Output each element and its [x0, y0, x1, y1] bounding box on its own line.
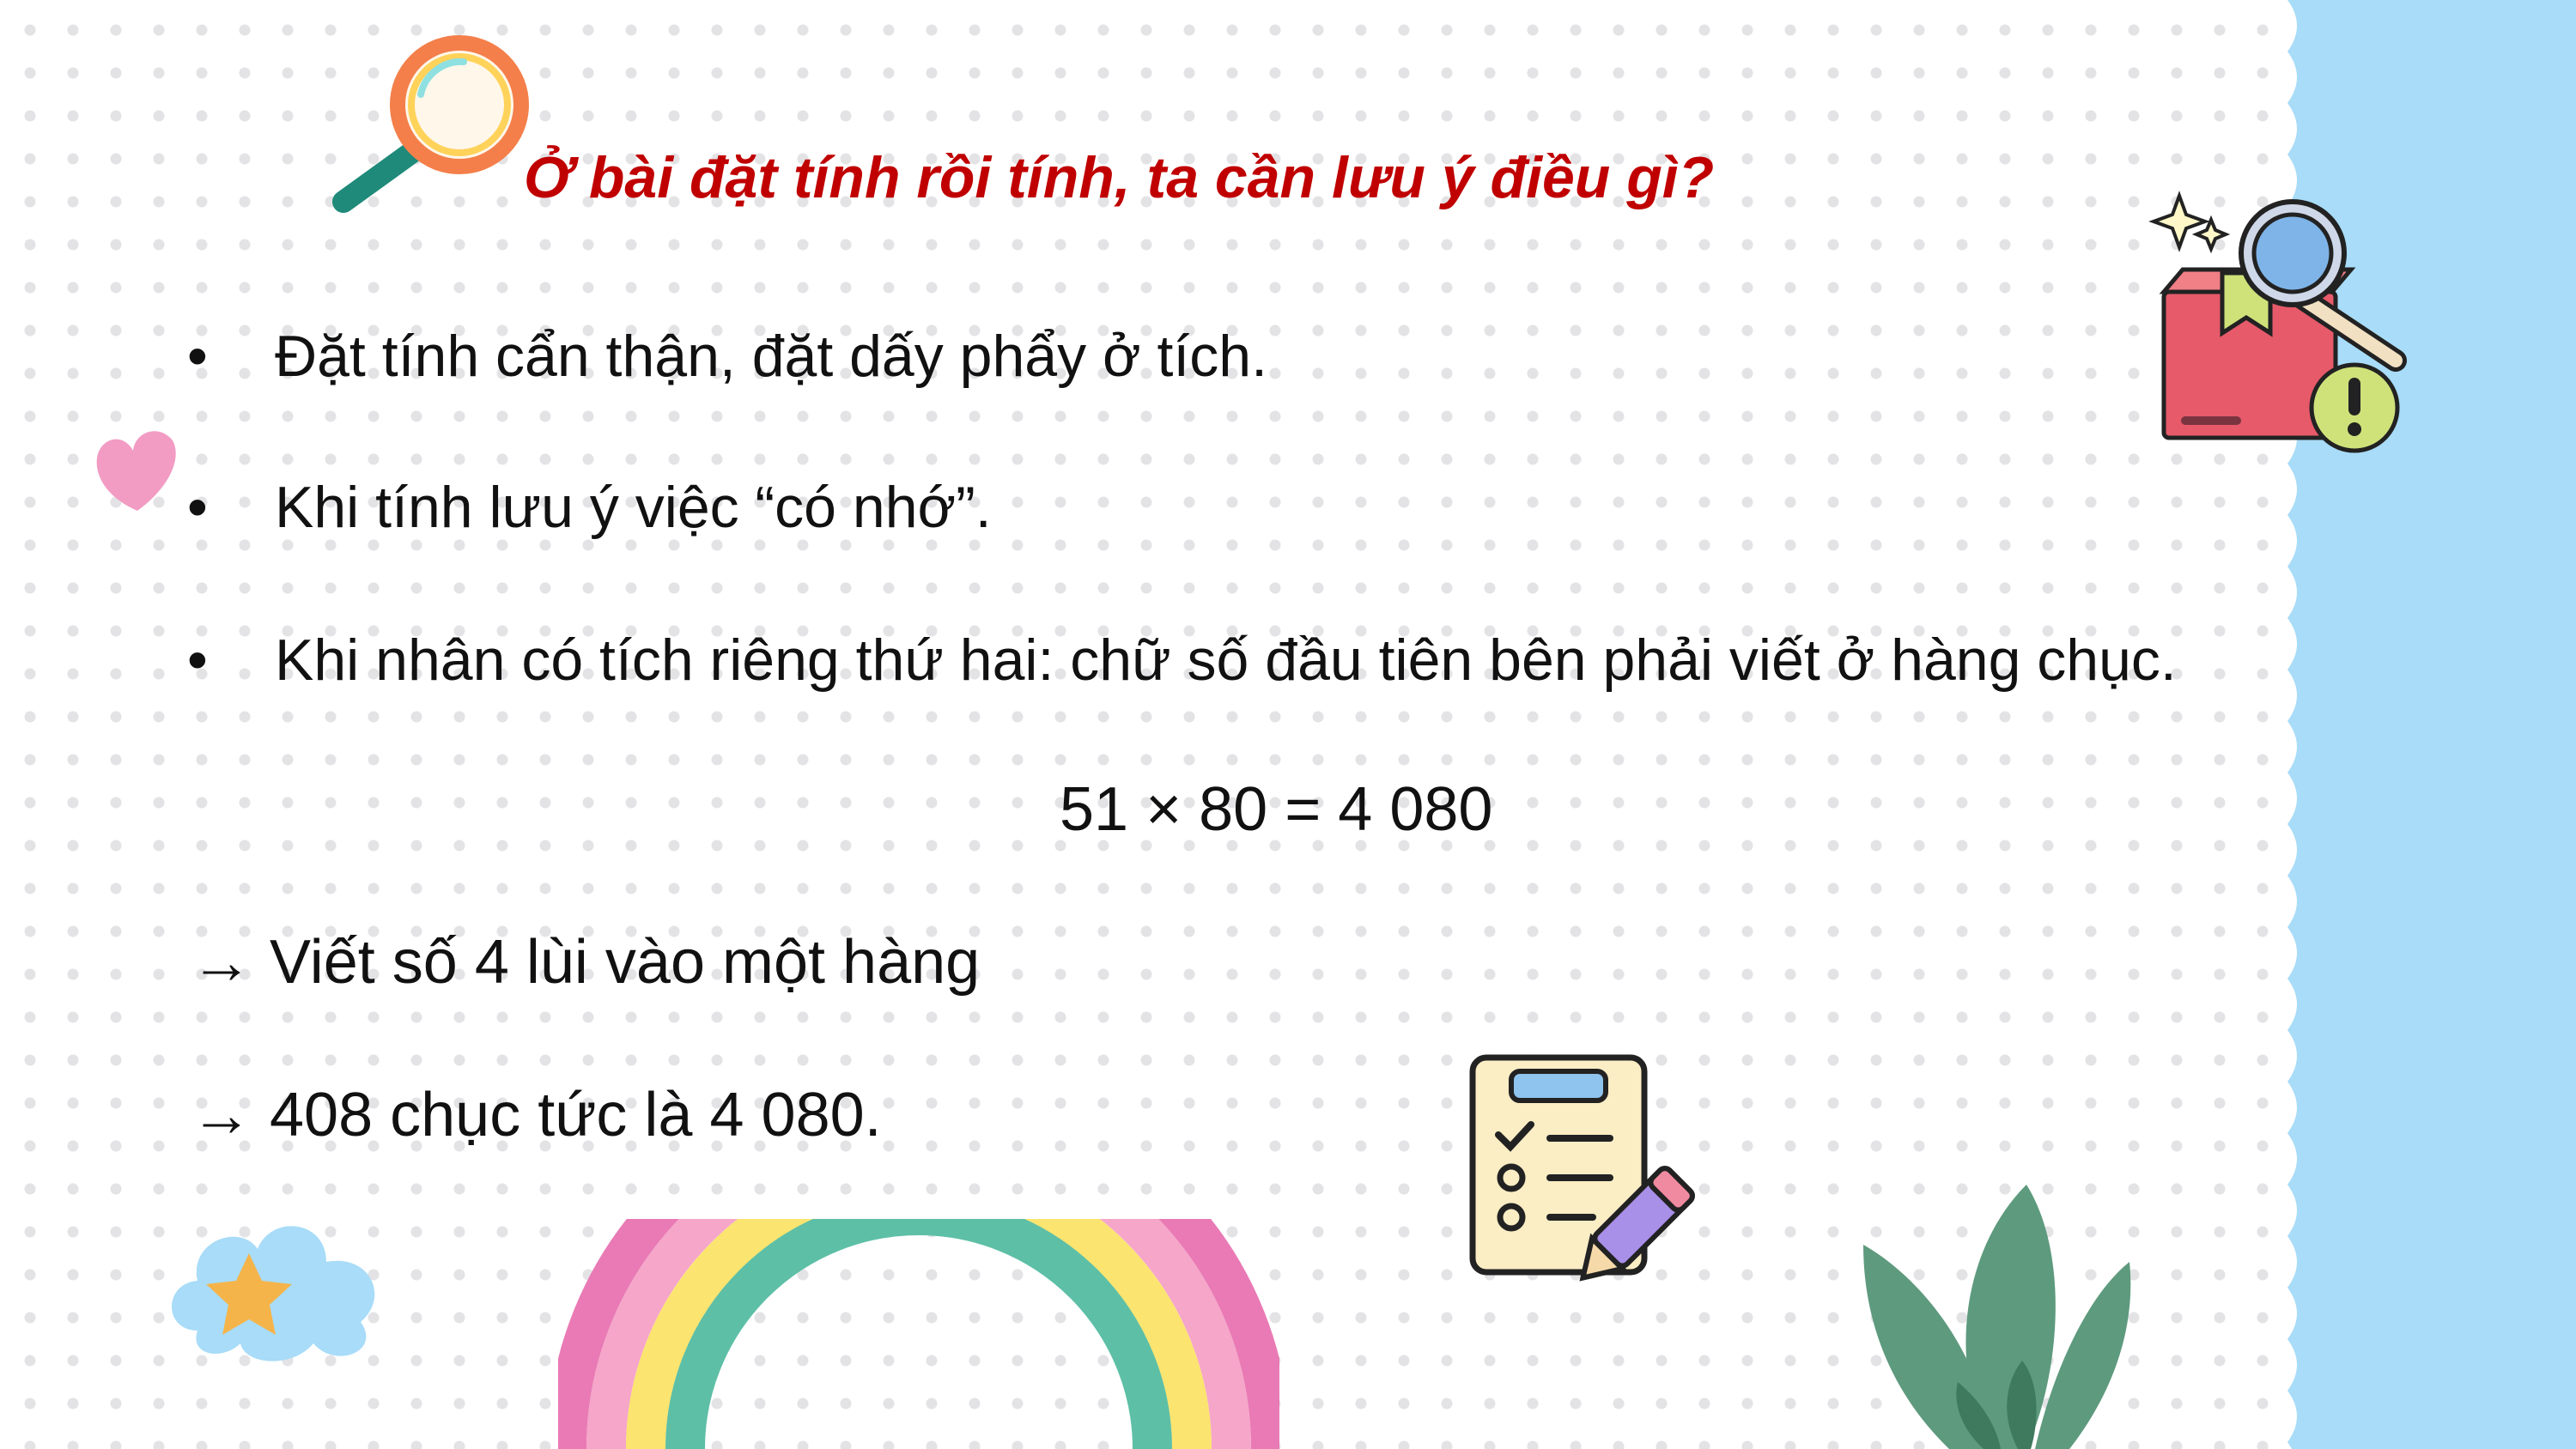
bullet-text: Đặt tính cẩn thận, đặt dấy phẩy ở tích. [275, 324, 1267, 389]
bullet-marker: • [187, 324, 208, 389]
slide: Ở bài đặt tính rồi tính, ta cần lưu ý đi… [0, 0, 2576, 1449]
box-search-icon [2148, 191, 2407, 453]
note-line: → Viết số 4 lùi vào một hàng [191, 928, 981, 997]
bullet-item: • Khi tính lưu ý việc “có nhớ”. [187, 474, 992, 541]
bullet-text: Khi tính lưu ý việc “có nhớ”. [275, 475, 992, 540]
bullet-item: • Đặt tính cẩn thận, đặt dấy phẩy ở tích. [187, 323, 1267, 390]
rainbow-icon [558, 1219, 1279, 1449]
checklist-icon [1469, 1054, 1695, 1282]
page-title: Ở bài đặt tính rồi tính, ta cần lưu ý đi… [524, 145, 1715, 210]
bullet-text: Khi nhân có tích riêng thứ hai: chữ số đ… [275, 627, 2177, 693]
bullet-item: • Khi nhân có tích riêng thứ hai: chữ số … [187, 627, 2177, 694]
cloud-star-icon [172, 1226, 375, 1361]
equation: 51 × 80 = 4 080 [1060, 775, 1493, 844]
plant-icon [1863, 1185, 2131, 1449]
bullet-marker: • [187, 627, 208, 693]
magnifier-icon [332, 35, 529, 213]
bullet-marker: • [187, 475, 208, 540]
heart-icon [96, 431, 176, 511]
note-line: → 408 chục tức là 4 080. [191, 1081, 882, 1149]
